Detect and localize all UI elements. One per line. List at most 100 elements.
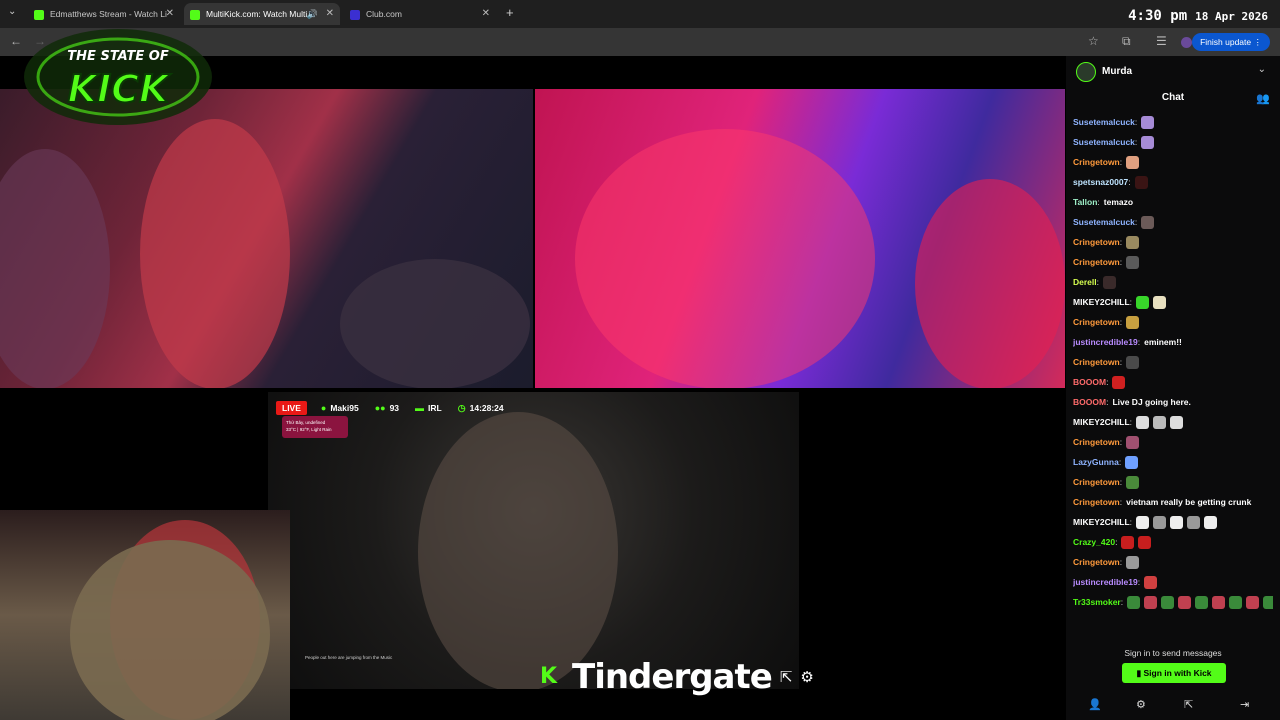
close-tab-icon[interactable]: ✕ — [326, 3, 334, 25]
chat-username[interactable]: Cringetown — [1073, 257, 1120, 267]
chat-message: Susetemalcuck: — [1073, 212, 1273, 232]
close-tab-icon[interactable]: ✕ — [166, 3, 174, 25]
chat-username[interactable]: Cringetown — [1073, 157, 1120, 167]
sign-in-button-label: Sign in with Kick — [1143, 668, 1212, 678]
chat-emote-icon — [1187, 516, 1201, 530]
chat-emote-icon — [1153, 516, 1167, 530]
feed-figure — [140, 119, 290, 388]
chevron-down-icon[interactable]: ⌄ — [1258, 64, 1266, 75]
close-tab-icon[interactable]: ✕ — [482, 3, 490, 25]
bookmark-star-icon[interactable]: ☆ — [1088, 34, 1099, 48]
chat-message: Derell: — [1073, 272, 1273, 292]
chat-username[interactable]: spetsnaz0007 — [1073, 177, 1128, 187]
channel-label: K Tindergate ⇱ ⚙ — [540, 657, 814, 697]
chat-separator: : — [1119, 157, 1123, 167]
chat-message: Susetemalcuck: — [1073, 132, 1273, 152]
chat-username[interactable]: Cringetown — [1073, 497, 1120, 507]
chat-separator: : — [1119, 357, 1123, 367]
chat-emote-icon — [1136, 296, 1150, 310]
chat-emote-icon — [1229, 596, 1243, 610]
chat-username[interactable]: Cringetown — [1073, 317, 1120, 327]
stream-feed-2[interactable] — [535, 89, 1065, 388]
chat-separator: : — [1137, 337, 1141, 347]
chat-message: justincredible19: eminem!! — [1073, 332, 1273, 352]
chat-username[interactable]: BOOOM — [1073, 397, 1106, 407]
chat-username[interactable]: justincredible19 — [1073, 577, 1138, 587]
popout-icon[interactable]: ⇱ — [1184, 698, 1193, 711]
chat-username[interactable]: MIKEY2CHILL — [1073, 417, 1130, 427]
sign-in-button[interactable]: ▮ Sign in with Kick — [1122, 663, 1226, 683]
chat-message: BOOOM: — [1073, 372, 1273, 392]
new-tab-icon[interactable]: + — [506, 5, 514, 20]
chat-username[interactable]: Derell — [1073, 277, 1097, 287]
viewer-count: 93 — [389, 403, 400, 413]
chat-emote-icon — [1161, 596, 1175, 610]
streamer-webcam — [0, 510, 290, 720]
add-user-icon[interactable]: 👤 — [1088, 698, 1102, 711]
chat-username[interactable]: Cringetown — [1073, 437, 1120, 447]
chat-message-list[interactable]: Susetemalcuck: Susetemalcuck: Cringetown: s… — [1073, 112, 1273, 612]
tab-list-chevron-icon[interactable]: ⌄ — [8, 6, 16, 17]
chat-username[interactable]: Tallon — [1073, 197, 1097, 207]
chat-username[interactable]: Tr33smoker — [1073, 597, 1121, 607]
chat-separator: : — [1115, 537, 1118, 547]
finish-update-button[interactable]: Finish update ⋮ — [1192, 33, 1270, 51]
chat-separator: : — [1119, 237, 1123, 247]
chat-separator: : — [1119, 497, 1123, 507]
chat-username[interactable]: Susetemalcuck — [1073, 137, 1135, 147]
collapse-chat-icon[interactable]: ⇥ — [1240, 698, 1249, 711]
chat-emote-icon — [1126, 256, 1140, 270]
tab-edmatthews[interactable]: Edmatthews Stream - Watch Li ✕ — [28, 3, 180, 25]
viewers-icon: ●● — [374, 403, 386, 413]
chat-message: MIKEY2CHILL: — [1073, 412, 1273, 432]
extensions-icon[interactable]: ⧉ — [1122, 34, 1131, 49]
chat-username[interactable]: Cringetown — [1073, 357, 1120, 367]
chat-separator: : — [1119, 557, 1123, 567]
chat-message: Cringetown: — [1073, 432, 1273, 452]
stream-feed-3[interactable] — [268, 392, 799, 689]
chat-username[interactable]: MIKEY2CHILL — [1073, 517, 1130, 527]
chat-username[interactable]: MIKEY2CHILL — [1073, 297, 1130, 307]
speaker-icon[interactable]: 🔊 — [307, 3, 318, 25]
chat-username[interactable]: Cringetown — [1073, 237, 1120, 247]
chat-username[interactable]: BOOOM — [1073, 377, 1106, 387]
chat-emote-icon — [1141, 136, 1155, 150]
chat-title: Chat — [1161, 92, 1185, 103]
chat-username[interactable]: Susetemalcuck — [1073, 217, 1135, 227]
profile-avatar[interactable] — [1181, 37, 1192, 48]
chat-username[interactable]: Susetemalcuck — [1073, 117, 1135, 127]
feed-figure — [418, 412, 618, 689]
settings-gear-icon[interactable]: ⚙ — [1136, 698, 1146, 711]
weather-line-2: 33°C | 92°F, Light Rain — [286, 427, 332, 432]
clock-date: 18 Apr 2026 — [1195, 10, 1268, 23]
chat-emote-icon — [1204, 516, 1218, 530]
streamer-stat: ● Maki95 — [321, 403, 359, 413]
chat-username[interactable]: Cringetown — [1073, 477, 1120, 487]
chat-message-text: temazo — [1103, 197, 1134, 207]
external-link-icon[interactable]: ⇱ — [780, 668, 793, 686]
chat-username[interactable]: Crazy_420 — [1073, 537, 1115, 547]
caption-text: People out here are jumping from the Mus… — [305, 655, 393, 660]
chat-message-text: vietnam really be getting crunk — [1126, 497, 1252, 507]
chat-emote-icon — [1178, 596, 1192, 610]
chat-emote-icon — [1134, 176, 1148, 190]
chat-channel-selector[interactable]: Murda ⌄ — [1066, 56, 1280, 86]
chat-separator: : — [1120, 597, 1124, 607]
chat-username[interactable]: Cringetown — [1073, 557, 1120, 567]
chat-username[interactable]: LazyGunna — [1073, 457, 1119, 467]
back-arrow-icon[interactable]: ← — [10, 34, 22, 48]
tab-multikick[interactable]: MultiKick.com: Watch Multi 🔊 ✕ — [184, 3, 340, 25]
chat-emote-icon — [1153, 296, 1167, 310]
tab-club[interactable]: Club.com ✕ — [344, 3, 496, 25]
chat-username[interactable]: justincredible19 — [1073, 337, 1138, 347]
update-label: Finish update — [1200, 37, 1252, 47]
chat-separator: : — [1119, 257, 1123, 267]
stream-feed-1[interactable] — [0, 89, 533, 388]
chat-emote-icon — [1170, 416, 1184, 430]
chat-message: LazyGunna: — [1073, 452, 1273, 472]
reading-list-icon[interactable]: ☰ — [1156, 34, 1167, 48]
chat-users-icon[interactable]: 👥 — [1256, 92, 1270, 105]
chat-separator: : — [1119, 477, 1123, 487]
chat-emote-icon — [1144, 596, 1158, 610]
settings-gear-icon[interactable]: ⚙ — [800, 668, 813, 686]
